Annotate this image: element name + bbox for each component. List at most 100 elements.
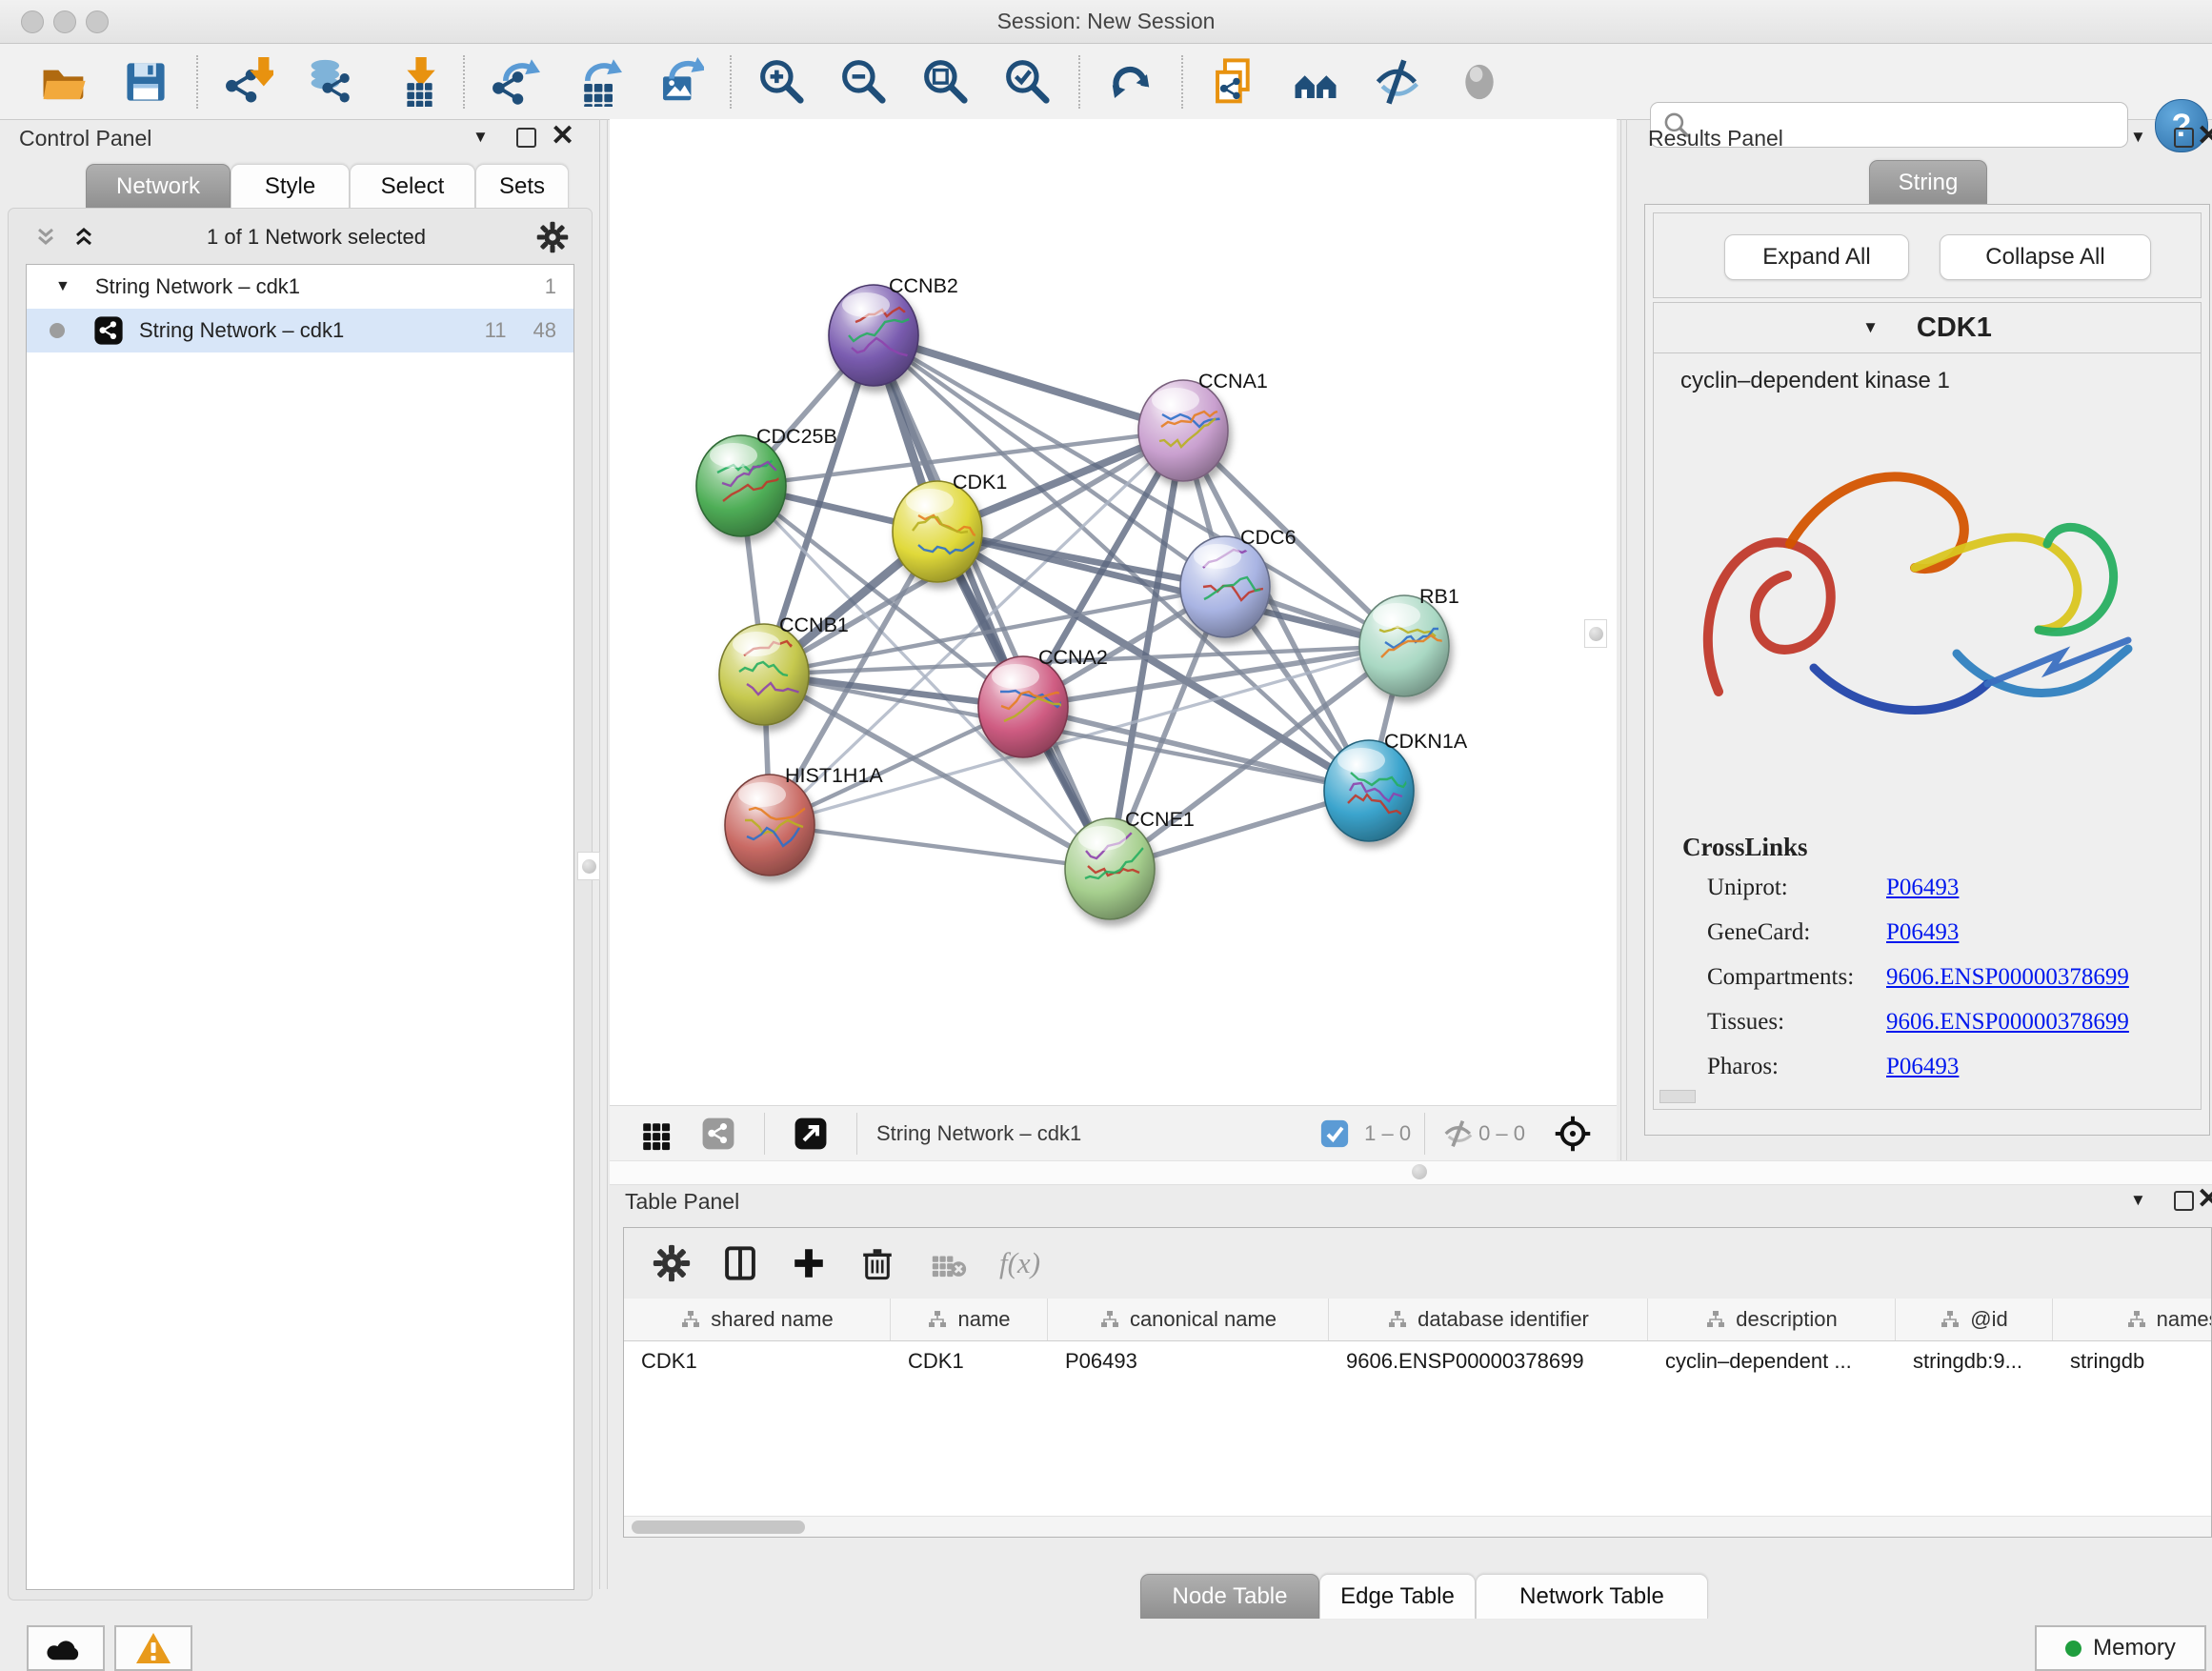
memory-button[interactable]: Memory [2035, 1625, 2206, 1671]
network-options-gear-icon[interactable] [536, 221, 569, 253]
network-node-count: 11 [485, 318, 507, 343]
cell-id[interactable]: stringdb:9... [1896, 1340, 2053, 1382]
delete-table-icon[interactable] [927, 1244, 969, 1282]
warnings-button[interactable] [114, 1625, 192, 1671]
column-header-id[interactable]: @id [1896, 1299, 2053, 1340]
node-label-HIST1H1A: HIST1H1A [785, 764, 883, 787]
gene-section-header[interactable]: ▼ CDK1 [1654, 303, 2201, 353]
table-panel-close-icon[interactable]: ✕ [2197, 1190, 2212, 1209]
table-settings-gear-icon[interactable] [653, 1244, 691, 1282]
show-glass-icon[interactable] [1450, 52, 1509, 111]
scrollbar-thumb[interactable] [632, 1520, 805, 1534]
control-panel-close-icon[interactable]: ✕ [551, 127, 574, 146]
network-canvas[interactable]: CCNB2CCNA1CDC25BCDK1CDC6RB1CCNB1CCNA2CDK… [610, 119, 1617, 1105]
column-header-canonical-name[interactable]: canonical name [1048, 1299, 1329, 1340]
tab-select[interactable]: Select [350, 164, 475, 209]
cell-canonical-name[interactable]: P06493 [1048, 1340, 1329, 1382]
network-collection-row[interactable]: ▼ String Network – cdk1 1 [27, 265, 573, 309]
results-panel-close-icon[interactable]: ✕ [2197, 127, 2212, 146]
crosslink-link[interactable]: 9606.ENSP00000378699 [1886, 1009, 2129, 1036]
column-header-name[interactable]: name [891, 1299, 1048, 1340]
crosslink-link[interactable]: P06493 [1886, 919, 1959, 946]
collapse-all-button[interactable]: Collapse All [1940, 234, 2151, 280]
right-splitter[interactable] [1620, 119, 1621, 1160]
network-row-selected[interactable]: String Network – cdk1 11 48 [27, 309, 573, 352]
results-panel-menu-icon[interactable]: ▼ [2130, 128, 2146, 147]
hidden-eye-slash-icon[interactable] [1442, 1117, 1475, 1150]
cell-description[interactable]: cyclin–dependent ... [1648, 1340, 1896, 1382]
cell-namespace[interactable]: stringdb [2053, 1340, 2212, 1382]
string-home-icon[interactable] [1286, 52, 1345, 111]
node-CCNA1[interactable]: CCNA1 [1138, 370, 1268, 481]
tab-sets[interactable]: Sets [475, 164, 569, 209]
tree-icon [680, 1310, 701, 1329]
crosslink-link[interactable]: P06493 [1886, 1054, 1959, 1080]
table-panel-float-icon[interactable] [2174, 1191, 2194, 1211]
tab-style[interactable]: Style [231, 164, 350, 209]
detach-view-icon[interactable] [794, 1117, 828, 1151]
column-header-database-identifier[interactable]: database identifier [1329, 1299, 1648, 1340]
function-builder-icon[interactable]: f(x) [999, 1246, 1040, 1280]
node-RB1[interactable]: RB1 [1359, 585, 1459, 696]
node-label-CDK1: CDK1 [953, 471, 1007, 493]
table-horizontal-scrollbar[interactable] [624, 1516, 2211, 1538]
export-table-icon[interactable] [568, 52, 627, 111]
hide-glass-icon[interactable] [1368, 52, 1427, 111]
network-view-icon[interactable] [701, 1117, 735, 1151]
expand-all-button[interactable]: Expand All [1724, 234, 1909, 280]
selected-checkbox-icon[interactable] [1320, 1119, 1349, 1148]
import-database-icon[interactable] [301, 52, 360, 111]
column-header-namespace[interactable]: namespace [2053, 1299, 2212, 1340]
import-network-icon[interactable] [219, 52, 278, 111]
control-panel-menu-icon[interactable]: ▼ [473, 128, 489, 147]
cell-database-identifier[interactable]: 9606.ENSP00000378699 [1329, 1340, 1648, 1382]
clone-network-icon[interactable] [1204, 52, 1263, 111]
table-row[interactable]: CDK1CDK1P064939606.ENSP00000378699cyclin… [624, 1340, 2212, 1382]
table-panel-menu-icon[interactable]: ▼ [2130, 1191, 2146, 1210]
crosslink-link[interactable]: 9606.ENSP00000378699 [1886, 964, 2129, 991]
cloud-status-button[interactable] [27, 1625, 105, 1671]
delete-column-icon[interactable] [858, 1244, 896, 1282]
edge-HIST1H1A-CCNE1[interactable] [770, 825, 1110, 869]
collection-expand-icon[interactable]: ▼ [55, 278, 70, 295]
control-panel-float-icon[interactable] [516, 128, 536, 148]
gene-collapse-icon[interactable]: ▼ [1862, 318, 1879, 337]
cell-shared-name[interactable]: CDK1 [624, 1340, 891, 1382]
results-scrollbar[interactable] [1659, 1090, 1696, 1103]
edge-CCNB2-CCNA1[interactable] [874, 335, 1183, 431]
refresh-view-icon[interactable] [1101, 52, 1160, 111]
split-columns-icon[interactable] [721, 1244, 759, 1282]
zoom-in-icon[interactable] [753, 52, 812, 111]
node-CCNB2[interactable]: CCNB2 [829, 274, 958, 386]
tab-node-table[interactable]: Node Table [1140, 1574, 1319, 1619]
crosslink-link[interactable]: P06493 [1886, 875, 1959, 901]
zoom-out-icon[interactable] [835, 52, 894, 111]
import-table-icon[interactable] [383, 52, 442, 111]
zoom-selected-icon[interactable] [998, 52, 1057, 111]
gene-symbol: CDK1 [1917, 312, 1992, 344]
column-header-description[interactable]: description [1648, 1299, 1896, 1340]
horizontal-splitter[interactable] [610, 1160, 2212, 1185]
add-column-icon[interactable] [790, 1244, 828, 1282]
tab-edge-table[interactable]: Edge Table [1319, 1574, 1476, 1619]
left-splitter-handle[interactable] [577, 852, 600, 880]
save-session-icon[interactable] [116, 52, 175, 111]
node-label-CDC6: CDC6 [1240, 526, 1297, 549]
zoom-fit-icon[interactable] [916, 52, 975, 111]
birdseye-crosshair-icon[interactable] [1554, 1115, 1592, 1153]
edge-CCNB2-CCNE1[interactable] [874, 335, 1110, 869]
results-panel-float-icon[interactable] [2174, 128, 2194, 148]
export-network-icon[interactable] [486, 52, 545, 111]
node-HIST1H1A[interactable]: HIST1H1A [725, 764, 883, 876]
right-splitter-handle[interactable] [1584, 619, 1607, 648]
tab-string[interactable]: String [1869, 160, 1987, 205]
collapse-all-networks-icon[interactable] [33, 225, 58, 250]
tab-network-table[interactable]: Network Table [1476, 1574, 1708, 1619]
tab-network[interactable]: Network [86, 164, 231, 209]
cell-name[interactable]: CDK1 [891, 1340, 1048, 1382]
export-image-icon[interactable] [650, 52, 709, 111]
open-session-icon[interactable] [34, 52, 93, 111]
expand-all-networks-icon[interactable] [71, 225, 96, 250]
grid-view-icon[interactable] [636, 1117, 671, 1151]
column-header-shared-name[interactable]: shared name [624, 1299, 891, 1340]
